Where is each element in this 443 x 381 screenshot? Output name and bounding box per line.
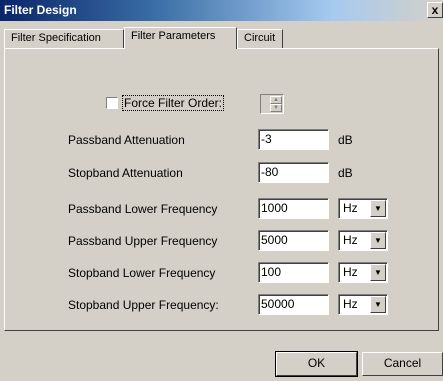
ok-button[interactable]: OK bbox=[275, 351, 358, 377]
passband-lower-frequency-label: Passband Lower Frequency bbox=[68, 202, 218, 216]
passband-lower-frequency-unit-select[interactable]: Hz ▼ bbox=[338, 198, 388, 219]
passband-upper-frequency-input[interactable]: 5000 bbox=[258, 230, 329, 251]
stopband-upper-frequency-label: Stopband Upper Frequency: bbox=[68, 298, 219, 312]
passband-attenuation-unit: dB bbox=[338, 133, 353, 147]
spinner-down-arrow-icon[interactable]: ▼ bbox=[270, 104, 282, 112]
filter-parameters-panel bbox=[4, 48, 439, 331]
chevron-down-icon[interactable]: ▼ bbox=[370, 232, 386, 249]
passband-upper-frequency-label: Passband Upper Frequency bbox=[68, 234, 218, 248]
force-filter-order-label[interactable]: Force Filter Order: bbox=[121, 95, 225, 111]
stopband-attenuation-input[interactable]: -80 bbox=[258, 162, 329, 183]
passband-lower-frequency-unit: Hz bbox=[343, 201, 358, 215]
filter-design-window: Filter Design x Filter Specification Fil… bbox=[0, 0, 443, 381]
tab-strip: Filter Specification Filter Parameters C… bbox=[4, 27, 434, 49]
stopband-lower-frequency-unit-select[interactable]: Hz ▼ bbox=[338, 262, 388, 283]
filter-order-spinner[interactable]: ▲ ▼ bbox=[260, 94, 284, 114]
tab-filter-parameters[interactable]: Filter Parameters bbox=[124, 27, 237, 49]
stopband-attenuation-label: Stopband Attenuation bbox=[68, 166, 183, 180]
tab-filter-specification[interactable]: Filter Specification bbox=[4, 29, 124, 48]
stopband-lower-frequency-unit: Hz bbox=[343, 265, 358, 279]
stopband-attenuation-unit: dB bbox=[338, 166, 353, 180]
passband-lower-frequency-input[interactable]: 1000 bbox=[258, 198, 329, 219]
passband-upper-frequency-unit-select[interactable]: Hz ▼ bbox=[338, 230, 388, 251]
stopband-lower-frequency-input[interactable]: 100 bbox=[258, 262, 329, 283]
force-filter-order-checkbox[interactable] bbox=[106, 97, 118, 109]
close-button[interactable]: x bbox=[427, 2, 443, 18]
chevron-down-icon[interactable]: ▼ bbox=[370, 200, 386, 217]
chevron-down-icon[interactable]: ▼ bbox=[370, 264, 386, 281]
chevron-down-icon[interactable]: ▼ bbox=[370, 296, 386, 313]
passband-attenuation-input[interactable]: -3 bbox=[258, 129, 329, 150]
window-title: Filter Design bbox=[4, 3, 77, 17]
tab-circuit[interactable]: Circuit bbox=[237, 29, 283, 48]
passband-attenuation-label: Passband Attenuation bbox=[68, 133, 185, 147]
stopband-lower-frequency-label: Stopband Lower Frequency bbox=[68, 266, 216, 280]
title-bar: Filter Design x bbox=[0, 0, 443, 21]
stopband-upper-frequency-unit: Hz bbox=[343, 297, 358, 311]
cancel-button[interactable]: Cancel bbox=[362, 352, 443, 376]
stopband-upper-frequency-input[interactable]: 50000 bbox=[258, 294, 329, 315]
passband-upper-frequency-unit: Hz bbox=[343, 233, 358, 247]
spinner-up-arrow-icon[interactable]: ▲ bbox=[270, 96, 282, 104]
stopband-upper-frequency-unit-select[interactable]: Hz ▼ bbox=[338, 294, 388, 315]
